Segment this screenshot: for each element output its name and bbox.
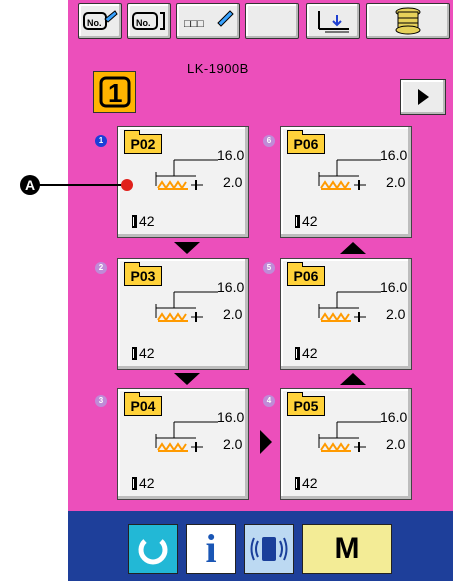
- next-page-button[interactable]: [400, 79, 446, 115]
- info-icon: i: [205, 526, 217, 571]
- pattern-count: 42: [302, 475, 318, 491]
- callout-line: [36, 184, 126, 186]
- mode-icon: M: [334, 532, 360, 565]
- pattern-mode-1-icon: 1: [99, 76, 130, 108]
- pattern-shape-icon: [318, 421, 381, 452]
- pattern-number-tag: P06: [287, 262, 325, 286]
- pattern-length: 16.0: [380, 279, 408, 295]
- order-index-badge: 5: [263, 262, 275, 274]
- mode-button[interactable]: M: [302, 524, 392, 574]
- pattern-width: 2.0: [386, 174, 406, 190]
- order-index-badge: 2: [95, 262, 107, 274]
- needle-icon: [295, 215, 300, 228]
- pattern-width: 2.0: [223, 436, 243, 452]
- pattern-no-register-button[interactable]: No.: [127, 3, 171, 39]
- pattern-number-tag: P06: [287, 130, 325, 154]
- bobbin-winder-button[interactable]: [366, 3, 450, 39]
- pattern-shape-icon: [155, 291, 218, 322]
- model-label: LK-1900B: [187, 61, 249, 76]
- pattern-count: 42: [139, 345, 155, 361]
- needle-icon: [295, 347, 300, 360]
- pattern-width: 2.0: [386, 436, 406, 452]
- pattern-width: 2.0: [223, 306, 243, 322]
- pattern-no-edit-icon: No.: [83, 10, 118, 30]
- info-button[interactable]: i: [186, 524, 236, 574]
- pattern-length: 16.0: [380, 409, 408, 425]
- pattern-shape-icon: [155, 159, 218, 190]
- name-edit-button[interactable]: □□□: [176, 3, 240, 39]
- reset-circle-icon: [138, 539, 168, 565]
- needle-icon: [132, 477, 137, 490]
- pattern-length: 16.0: [217, 279, 245, 295]
- thread-clamp-button[interactable]: [306, 3, 360, 39]
- pattern-width: 2.0: [386, 306, 406, 322]
- svg-text:No.: No.: [87, 18, 102, 28]
- pattern-length: 16.0: [217, 409, 245, 425]
- arrow-up-icon: [340, 242, 366, 254]
- pattern-count: 42: [302, 345, 318, 361]
- pattern-length: 16.0: [217, 147, 245, 163]
- needle-icon: [295, 477, 300, 490]
- pattern-no-register-icon: No.: [132, 12, 165, 30]
- pattern-card-2[interactable]: P03 16.0 2.0 42: [117, 258, 249, 370]
- svg-text:□□□: □□□: [184, 18, 204, 30]
- thread-clamp-icon: [318, 11, 349, 33]
- svg-text:No.: No.: [136, 18, 151, 28]
- pattern-shape-icon: [318, 159, 381, 190]
- order-index-badge: 6: [263, 135, 275, 147]
- pattern-card-5[interactable]: P06 16.0 2.0 42: [280, 258, 412, 370]
- pattern-card-6[interactable]: P06 16.0 2.0 42: [280, 126, 412, 238]
- pattern-width: 2.0: [223, 174, 243, 190]
- callout-badge: A: [20, 175, 40, 195]
- order-index-badge: 3: [95, 395, 107, 407]
- name-edit-icon: □□□: [184, 10, 234, 30]
- pattern-count: 42: [302, 213, 318, 229]
- pattern-card-1[interactable]: P02 16.0 2.0 42: [117, 126, 249, 238]
- communication-button[interactable]: [244, 524, 294, 574]
- pattern-card-4[interactable]: P05 16.0 2.0 42: [280, 388, 412, 500]
- communication-icon: [250, 537, 288, 561]
- pattern-count: 42: [139, 475, 155, 491]
- pattern-card-3[interactable]: P04 16.0 2.0 42: [117, 388, 249, 500]
- order-index-badge: 1: [95, 135, 107, 147]
- needle-icon: [132, 347, 137, 360]
- pattern-number-tag: P04: [124, 392, 162, 416]
- arrow-down-icon: [174, 373, 200, 385]
- pattern-length: 16.0: [380, 147, 408, 163]
- pattern-number-tag: P02: [124, 130, 162, 154]
- pattern-number-tag: P05: [287, 392, 325, 416]
- pattern-count: 42: [139, 213, 155, 229]
- arrow-down-icon: [174, 242, 200, 254]
- svg-text:1: 1: [108, 78, 122, 108]
- needle-icon: [132, 215, 137, 228]
- callout-dot: [121, 179, 133, 191]
- pattern-no-edit-button[interactable]: No.: [78, 3, 122, 39]
- play-right-icon: [418, 89, 429, 105]
- pattern-number-tag: P03: [124, 262, 162, 286]
- blank-button[interactable]: [245, 3, 299, 39]
- arrow-right-icon: [260, 430, 272, 454]
- pattern-shape-icon: [155, 421, 218, 452]
- arrow-up-icon: [340, 373, 366, 385]
- reset-button[interactable]: [128, 524, 178, 574]
- pattern-mode-button[interactable]: 1: [93, 71, 136, 113]
- order-index-badge: 4: [263, 395, 275, 407]
- bobbin-winder-icon: [395, 7, 421, 35]
- pattern-shape-icon: [318, 291, 381, 322]
